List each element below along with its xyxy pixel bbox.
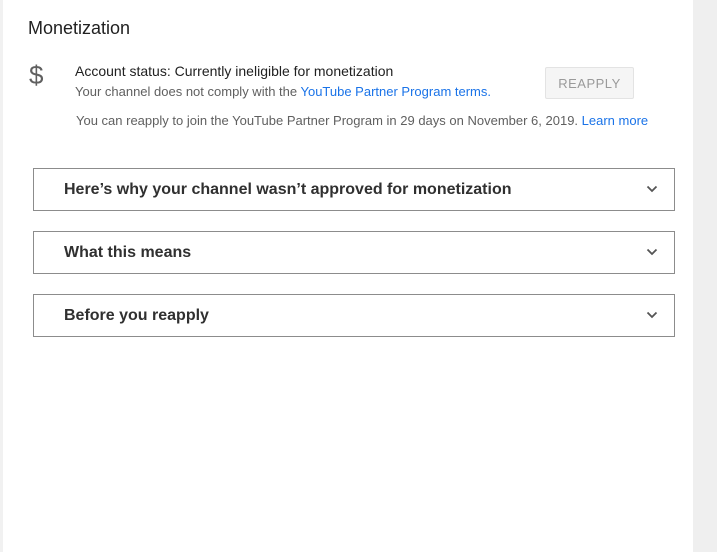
accordion-label: What this means	[64, 243, 192, 261]
compliance-text: Your channel does not comply with the Yo…	[75, 84, 491, 99]
accordion-label: Before you reapply	[64, 306, 209, 324]
section-title: Monetization	[28, 18, 131, 38]
reapply-info-text: You can reapply to join the YouTube Part…	[76, 113, 579, 128]
monetization-panel: Monetization $ Account status: Currently…	[3, 0, 693, 552]
reapply-button[interactable]: REAPPLY	[545, 67, 634, 99]
chevron-down-icon	[646, 248, 658, 256]
chevron-down-icon	[646, 311, 658, 319]
accordion-why-not-approved[interactable]: Here’s why your channel wasn’t approved …	[33, 168, 675, 211]
partner-program-terms-link[interactable]: YouTube Partner Program terms.	[300, 84, 491, 99]
accordion-what-this-means[interactable]: What this means	[33, 231, 675, 274]
compliance-prefix: Your channel does not comply with the	[75, 84, 301, 99]
right-scroll-gutter	[693, 0, 717, 552]
dollar-icon: $	[29, 60, 44, 90]
learn-more-link[interactable]: Learn more	[582, 113, 648, 128]
accordion-before-you-reapply[interactable]: Before you reapply	[33, 294, 675, 337]
accordion-label: Here’s why your channel wasn’t approved …	[64, 180, 512, 198]
account-status-text: Account status: Currently ineligible for…	[75, 63, 394, 79]
reapply-info: You can reapply to join the YouTube Part…	[76, 113, 648, 128]
chevron-down-icon	[646, 185, 658, 193]
